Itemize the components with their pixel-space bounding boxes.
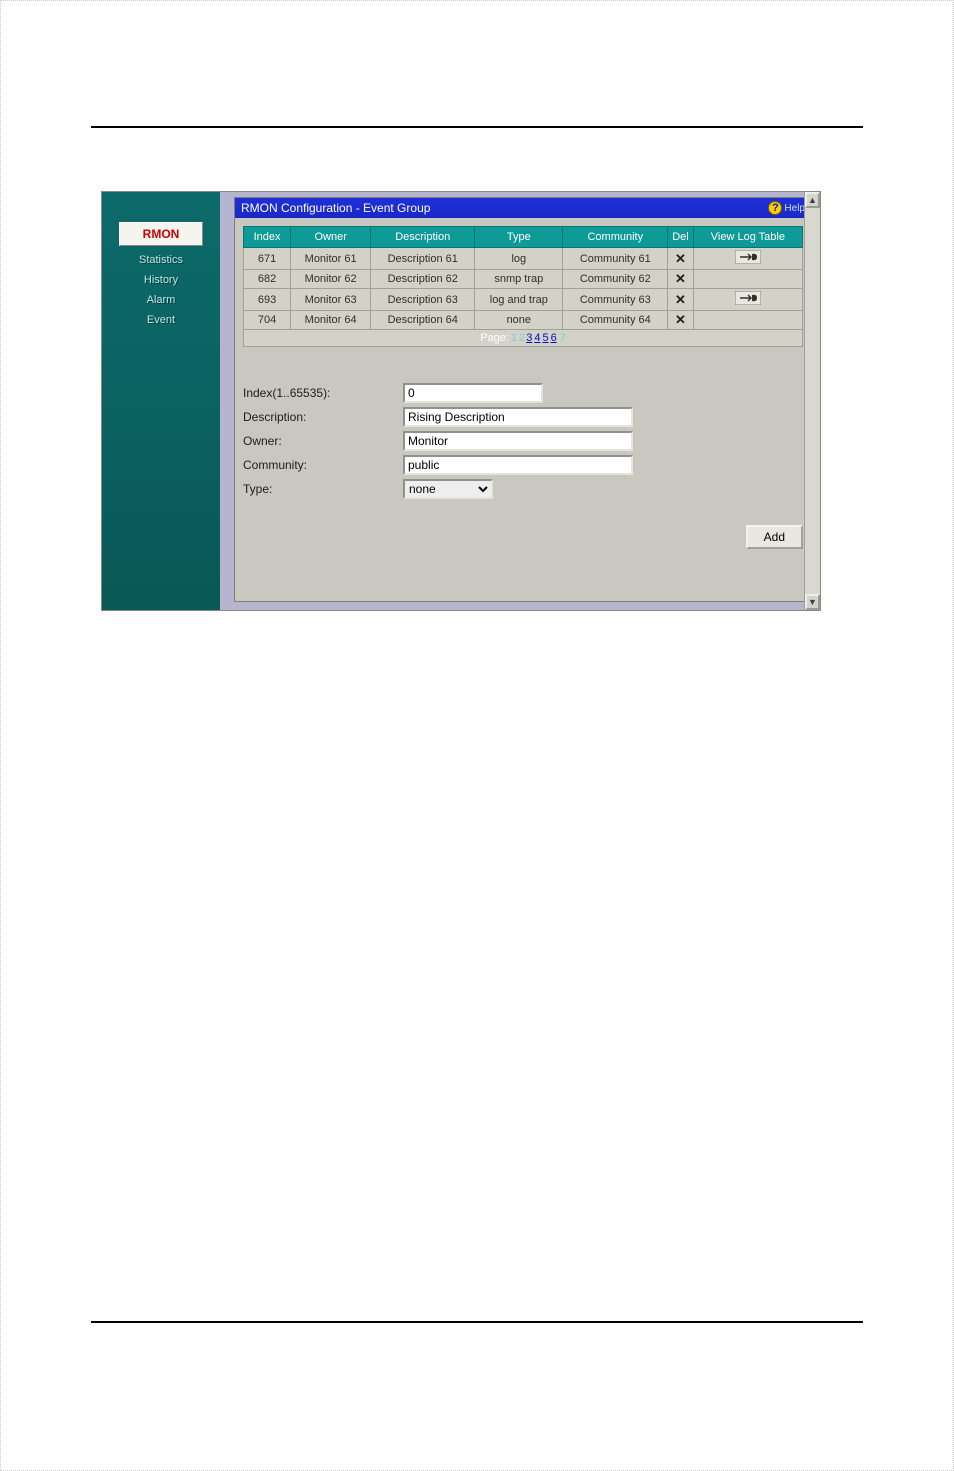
view-log-icon[interactable]	[735, 291, 761, 305]
owner-input[interactable]	[403, 431, 633, 451]
col-description: Description	[371, 227, 475, 248]
pager-page-link[interactable]: 5	[542, 332, 548, 344]
event-form: Index(1..65535): Description: Owner: Com…	[243, 383, 803, 499]
pager-page-current: 1	[511, 332, 517, 344]
delete-button[interactable]: ✕	[675, 293, 686, 306]
cell-owner: Monitor 61	[291, 248, 371, 270]
cell-viewlog[interactable]	[693, 289, 802, 311]
pager-page-link[interactable]: 4	[534, 332, 540, 344]
table-row: 671 Monitor 61 Description 61 log Commun…	[244, 248, 803, 270]
cell-community: Community 63	[563, 289, 668, 311]
delete-button[interactable]: ✕	[675, 252, 686, 265]
event-table: Index Owner Description Type Community D…	[243, 226, 803, 347]
cell-index: 682	[244, 270, 291, 289]
table-row: 682 Monitor 62 Description 62 snmp trap …	[244, 270, 803, 289]
scroll-up-button[interactable]: ▲	[805, 192, 820, 208]
description-input[interactable]	[403, 407, 633, 427]
cell-owner: Monitor 64	[291, 311, 371, 330]
col-type: Type	[475, 227, 563, 248]
cell-owner: Monitor 63	[291, 289, 371, 311]
sidebar-item-history[interactable]: History	[144, 274, 178, 286]
pager-label: Page:	[480, 332, 509, 344]
table-header-row: Index Owner Description Type Community D…	[244, 227, 803, 248]
cell-type: snmp trap	[475, 270, 563, 289]
cell-description: Description 63	[371, 289, 475, 311]
delete-button[interactable]: ✕	[675, 272, 686, 285]
index-label: Index(1..65535):	[243, 386, 403, 400]
add-button[interactable]: Add	[746, 525, 803, 549]
col-community: Community	[563, 227, 668, 248]
main-area: RMON Configuration - Event Group ? Help …	[220, 192, 820, 610]
cell-viewlog	[693, 270, 802, 289]
owner-label: Owner:	[243, 434, 403, 448]
pager-page-link[interactable]: 3	[526, 332, 532, 344]
cell-community: Community 61	[563, 248, 668, 270]
pager-row: Page:1234567	[244, 330, 803, 347]
cell-community: Community 64	[563, 311, 668, 330]
community-input[interactable]	[403, 455, 633, 475]
col-del: Del	[668, 227, 694, 248]
view-log-icon[interactable]	[735, 250, 761, 264]
content-panel: RMON Configuration - Event Group ? Help …	[234, 197, 812, 602]
help-label: Help	[784, 203, 805, 214]
description-label: Description:	[243, 410, 403, 424]
help-button[interactable]: ? Help	[768, 201, 805, 215]
cell-description: Description 64	[371, 311, 475, 330]
panel-title: RMON Configuration - Event Group	[241, 201, 430, 215]
scroll-track[interactable]	[805, 208, 820, 594]
type-label: Type:	[243, 482, 403, 496]
cell-type: log	[475, 248, 563, 270]
col-index: Index	[244, 227, 291, 248]
sidebar-item-alarm[interactable]: Alarm	[147, 294, 176, 306]
type-select[interactable]: none	[403, 479, 493, 499]
cell-description: Description 62	[371, 270, 475, 289]
sidebar: RMON Statistics History Alarm Event	[102, 192, 220, 610]
cell-type: none	[475, 311, 563, 330]
col-viewlog: View Log Table	[693, 227, 802, 248]
cell-viewlog	[693, 311, 802, 330]
pager-page-current: 2	[519, 332, 525, 344]
table-row: 693 Monitor 63 Description 63 log and tr…	[244, 289, 803, 311]
cell-viewlog[interactable]	[693, 248, 802, 270]
community-label: Community:	[243, 458, 403, 472]
cell-community: Community 62	[563, 270, 668, 289]
sidebar-item-statistics[interactable]: Statistics	[139, 254, 183, 266]
pager-page-link[interactable]: 6	[551, 332, 557, 344]
cell-description: Description 61	[371, 248, 475, 270]
help-icon: ?	[768, 201, 782, 215]
col-owner: Owner	[291, 227, 371, 248]
table-row: 704 Monitor 64 Description 64 none Commu…	[244, 311, 803, 330]
sidebar-header: RMON	[119, 222, 203, 246]
sidebar-item-event[interactable]: Event	[147, 314, 175, 326]
index-input[interactable]	[403, 383, 543, 403]
panel-titlebar: RMON Configuration - Event Group ? Help	[235, 198, 811, 218]
pager-page-dim: 7	[560, 332, 566, 344]
cell-index: 704	[244, 311, 291, 330]
app-window: RMON Statistics History Alarm Event RMON…	[101, 191, 821, 611]
delete-button[interactable]: ✕	[675, 313, 686, 326]
scroll-down-button[interactable]: ▼	[805, 594, 820, 610]
cell-type: log and trap	[475, 289, 563, 311]
vertical-scrollbar[interactable]: ▲ ▼	[804, 192, 820, 610]
cell-owner: Monitor 62	[291, 270, 371, 289]
cell-index: 671	[244, 248, 291, 270]
cell-index: 693	[244, 289, 291, 311]
